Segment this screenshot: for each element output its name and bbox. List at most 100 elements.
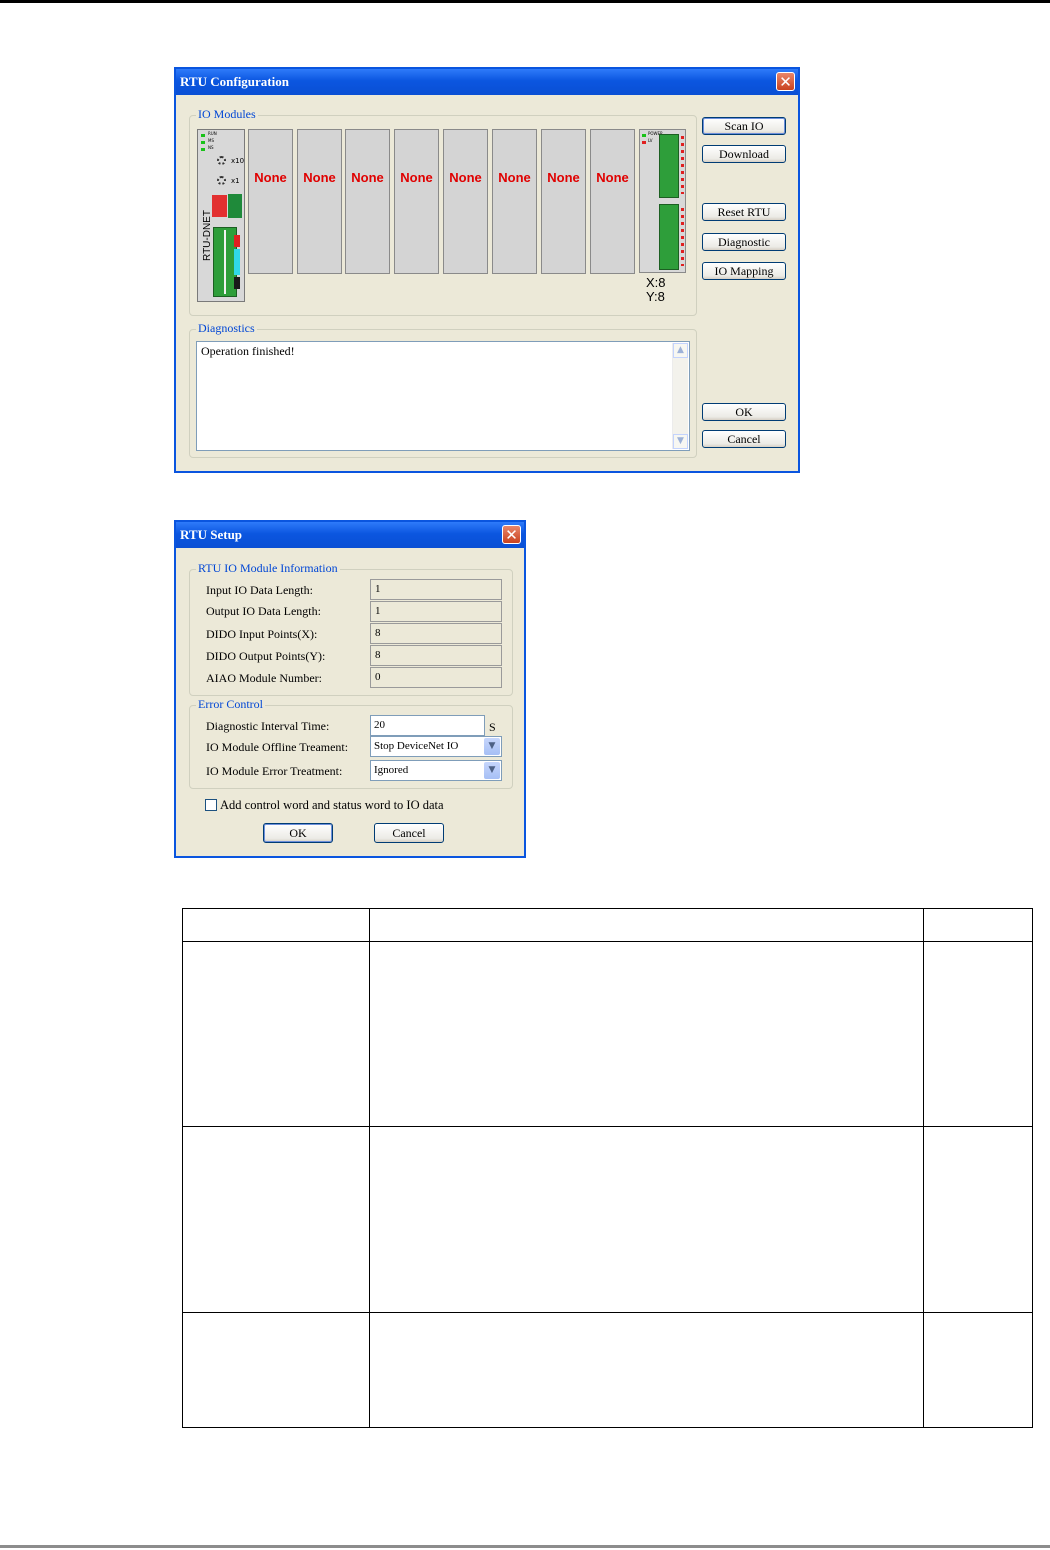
diagnostics-message: Operation finished! [201, 344, 295, 358]
dip-switch-block [212, 195, 227, 217]
slot-label: None [498, 170, 531, 185]
table-cell [923, 908, 1033, 942]
slot-label: None [547, 170, 580, 185]
control-status-word-checkbox[interactable] [205, 799, 217, 811]
lv-led-label: LV [648, 138, 653, 143]
power-led [642, 134, 646, 137]
document-table [182, 908, 1033, 1428]
table-cell [369, 1312, 924, 1428]
io-slot-8[interactable]: None [590, 129, 635, 274]
diag-interval-label: Diagnostic Interval Time: [206, 719, 330, 733]
io-slot-1[interactable]: None [248, 129, 293, 274]
slot-label: None [351, 170, 384, 185]
table-row [182, 1126, 1033, 1313]
io-slot-4[interactable]: None [394, 129, 439, 274]
output-io-length-label: Output IO Data Length: [206, 604, 321, 618]
io-slot-5[interactable]: None [443, 129, 488, 274]
diagnostics-label: Diagnostics [196, 321, 257, 336]
offline-treatment-select[interactable]: Stop DeviceNet IO ▼ [370, 736, 502, 757]
input-terminal-block [659, 134, 679, 198]
diagnostics-output[interactable]: Operation finished! ▲ ▼ [196, 341, 690, 451]
table-cell [369, 908, 924, 942]
output-led-strip [681, 208, 684, 266]
dido-output-points-field: 8 [370, 645, 502, 666]
rotary-switch-x1-label: x1 [231, 177, 240, 185]
download-button[interactable]: Download [702, 145, 786, 163]
cancel-button[interactable]: Cancel [702, 430, 786, 448]
diag-interval-unit: S [489, 720, 496, 734]
io-point-module[interactable]: POWER LV [639, 129, 686, 273]
y-point-count: Y:8 [646, 289, 665, 304]
table-cell [182, 908, 370, 942]
table-cell [923, 941, 1033, 1127]
io-mapping-button[interactable]: IO Mapping [702, 262, 786, 280]
chevron-down-icon[interactable]: ▼ [484, 738, 500, 755]
dip-switch-icon [228, 194, 242, 218]
setup-cancel-button[interactable]: Cancel [374, 823, 444, 843]
scan-io-button[interactable]: Scan IO [702, 117, 786, 135]
setup-ok-button[interactable]: OK [263, 823, 333, 843]
table-cell [182, 1312, 370, 1428]
io-slot-2[interactable]: None [297, 129, 342, 274]
diag-interval-input[interactable]: 20 [370, 715, 485, 736]
error-treatment-value: Ignored [374, 764, 409, 776]
run-led [201, 134, 205, 137]
error-treatment-label: IO Module Error Treatment: [206, 764, 343, 778]
input-led-strip [681, 136, 684, 194]
table-cell [923, 1126, 1033, 1313]
aiao-module-number-field: 0 [370, 667, 502, 688]
slot-label: None [449, 170, 482, 185]
slot-label: None [596, 170, 629, 185]
close-icon[interactable]: ✕ [502, 525, 521, 544]
table-cell [369, 941, 924, 1127]
table-cell [923, 1312, 1033, 1428]
slot-label: None [400, 170, 433, 185]
ms-led [201, 141, 205, 144]
dido-output-points-label: DIDO Output Points(Y): [206, 649, 326, 663]
setup-titlebar[interactable]: RTU Setup [176, 522, 524, 548]
window-title: RTU Configuration [180, 74, 289, 89]
run-led-label: RUN [208, 131, 217, 136]
page-bottom-rule [0, 1545, 1050, 1548]
diagnostics-scrollbar[interactable]: ▲ ▼ [672, 343, 688, 449]
input-io-length-field: 1 [370, 579, 502, 600]
reset-rtu-button[interactable]: Reset RTU [702, 203, 786, 221]
table-header-row [182, 908, 1033, 942]
table-cell [182, 941, 370, 1127]
error-control-label: Error Control [196, 697, 265, 712]
output-io-length-field: 1 [370, 601, 502, 622]
lv-led [642, 141, 646, 144]
table-row [182, 941, 1033, 1127]
io-slot-6[interactable]: None [492, 129, 537, 274]
slot-label: None [254, 170, 287, 185]
network-led-bar [234, 249, 240, 275]
ok-button[interactable]: OK [702, 403, 786, 421]
module-name: RTU-DNET [201, 210, 213, 261]
slot-label: None [303, 170, 336, 185]
aiao-module-number-label: AIAO Module Number: [206, 671, 322, 685]
setup-title: RTU Setup [180, 527, 243, 542]
diagnostic-button[interactable]: Diagnostic [702, 233, 786, 251]
offline-treatment-value: Stop DeviceNet IO [374, 740, 459, 752]
control-status-word-label[interactable]: Add control word and status word to IO d… [220, 798, 444, 813]
network-led-bar [234, 235, 240, 247]
close-icon[interactable]: ✕ [776, 72, 795, 91]
scroll-up-icon[interactable]: ▲ [673, 343, 688, 358]
dido-input-points-field: 8 [370, 623, 502, 644]
rtu-dnet-module[interactable]: RUN MS NS x10 x1 RTU-DNET [197, 129, 245, 302]
io-slot-3[interactable]: None [345, 129, 390, 274]
ms-led-label: MS [208, 138, 214, 143]
output-terminal-block [659, 204, 679, 270]
scroll-down-icon[interactable]: ▼ [673, 434, 688, 449]
chevron-down-icon[interactable]: ▼ [484, 762, 500, 779]
io-slot-7[interactable]: None [541, 129, 586, 274]
x-point-count: X:8 [646, 275, 666, 290]
rotary-switch-x1-icon [217, 176, 226, 185]
table-row [182, 1312, 1033, 1428]
input-io-length-label: Input IO Data Length: [206, 583, 313, 597]
io-modules-label: IO Modules [196, 107, 258, 122]
dido-input-points-label: DIDO Input Points(X): [206, 627, 318, 641]
error-treatment-select[interactable]: Ignored ▼ [370, 760, 502, 781]
window-titlebar[interactable]: RTU Configuration [176, 69, 798, 95]
rotary-switch-x10-icon [217, 156, 226, 165]
